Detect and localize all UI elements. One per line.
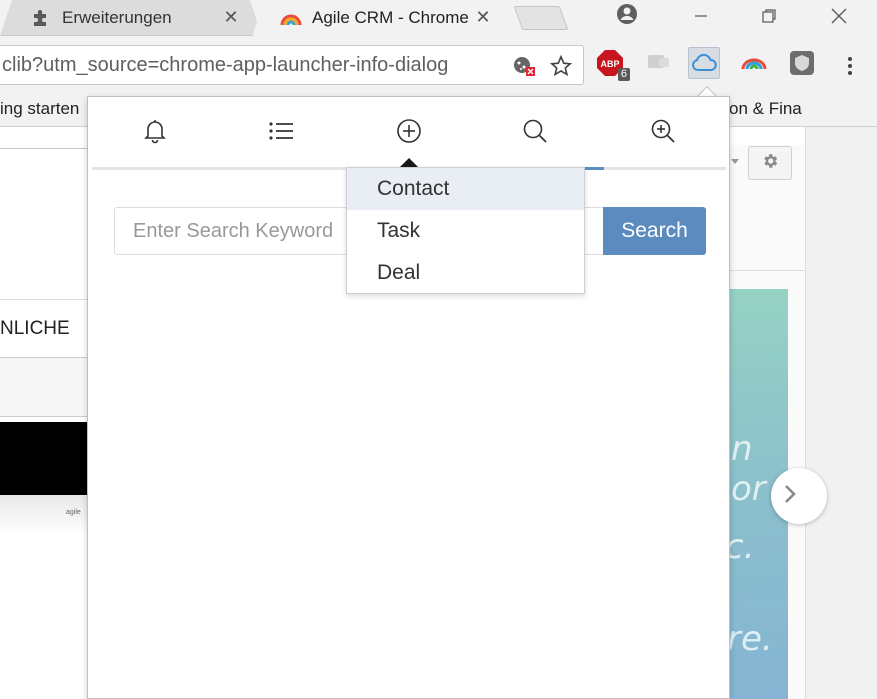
- close-icon[interactable]: ✕: [222, 7, 240, 27]
- chat-extension-icon[interactable]: [642, 47, 674, 79]
- add-menu-item-contact[interactable]: Contact: [347, 168, 584, 210]
- cookie-blocked-icon[interactable]: [512, 55, 536, 77]
- nav-search[interactable]: [472, 97, 598, 170]
- divider: [0, 148, 87, 149]
- profile-icon[interactable]: [616, 3, 638, 25]
- settings-button[interactable]: [748, 146, 792, 180]
- tab-agile-crm[interactable]: Agile CRM - Chrome ✕: [252, 0, 514, 36]
- minimize-icon[interactable]: [686, 4, 716, 28]
- search-button[interactable]: Search: [603, 207, 706, 255]
- more-menu-icon[interactable]: [838, 54, 862, 80]
- window-close-icon[interactable]: [824, 4, 854, 28]
- close-icon[interactable]: ✕: [474, 7, 492, 27]
- shield-icon[interactable]: [786, 47, 818, 79]
- bookmark-item[interactable]: on & Fina: [729, 99, 809, 119]
- adblock-count-badge: 6: [617, 68, 630, 81]
- agile-rainbow-icon: [280, 7, 302, 29]
- svg-text:ABP: ABP: [600, 59, 619, 69]
- banner-text: c.: [729, 527, 755, 567]
- search-icon: [522, 118, 548, 149]
- add-menu-item-deal[interactable]: Deal: [347, 252, 584, 294]
- puzzle-icon: [30, 7, 52, 29]
- divider: [729, 270, 805, 271]
- gear-icon: [761, 152, 779, 175]
- banner-text: re.: [729, 619, 773, 659]
- agile-crm-popup: Search Contact Task Deal: [87, 96, 730, 699]
- page-scroll-area: [805, 127, 877, 699]
- bell-icon: [143, 118, 167, 149]
- plus-circle-icon: [396, 118, 422, 149]
- new-tab-button[interactable]: [513, 6, 569, 30]
- url-text: clib?utm_source=chrome-app-launcher-info…: [2, 54, 449, 76]
- add-menu-item-task[interactable]: Task: [347, 210, 584, 252]
- chevron-right-icon: [783, 483, 797, 510]
- page-panel: [0, 357, 87, 417]
- list-icon: [268, 121, 294, 146]
- nav-tasks[interactable]: [218, 97, 344, 170]
- adblock-icon[interactable]: ABP 6: [594, 47, 630, 81]
- restore-icon[interactable]: [754, 4, 784, 28]
- address-bar[interactable]: clib?utm_source=chrome-app-launcher-info…: [0, 45, 584, 85]
- add-menu: Contact Task Deal: [346, 167, 585, 294]
- dropdown-caret: [400, 158, 418, 167]
- page-heading-fragment: NLICHE: [0, 318, 70, 339]
- tab-title: Erweiterungen: [62, 7, 172, 27]
- carousel-next-button[interactable]: [771, 468, 827, 524]
- nav-notifications[interactable]: [92, 97, 218, 170]
- toolbar: clib?utm_source=chrome-app-launcher-info…: [0, 37, 877, 93]
- divider: [0, 299, 87, 300]
- chevron-down-icon[interactable]: [731, 159, 739, 164]
- zoom-in-icon: [650, 118, 676, 149]
- agile-cloud-icon[interactable]: [688, 47, 720, 79]
- tab-strip: Erweiterungen ✕ Agile CRM - Chrome ✕: [0, 0, 877, 37]
- page-image: [0, 422, 87, 495]
- star-icon[interactable]: [549, 55, 573, 77]
- nav-zoom[interactable]: [600, 97, 726, 170]
- page-tiny-text: agile: [66, 509, 81, 516]
- tab-extensions[interactable]: Erweiterungen ✕: [0, 0, 262, 36]
- bookmark-item[interactable]: ing starten: [0, 99, 79, 119]
- rainbow-extension-icon[interactable]: [738, 47, 770, 79]
- tab-title: Agile CRM - Chrome: [312, 8, 469, 27]
